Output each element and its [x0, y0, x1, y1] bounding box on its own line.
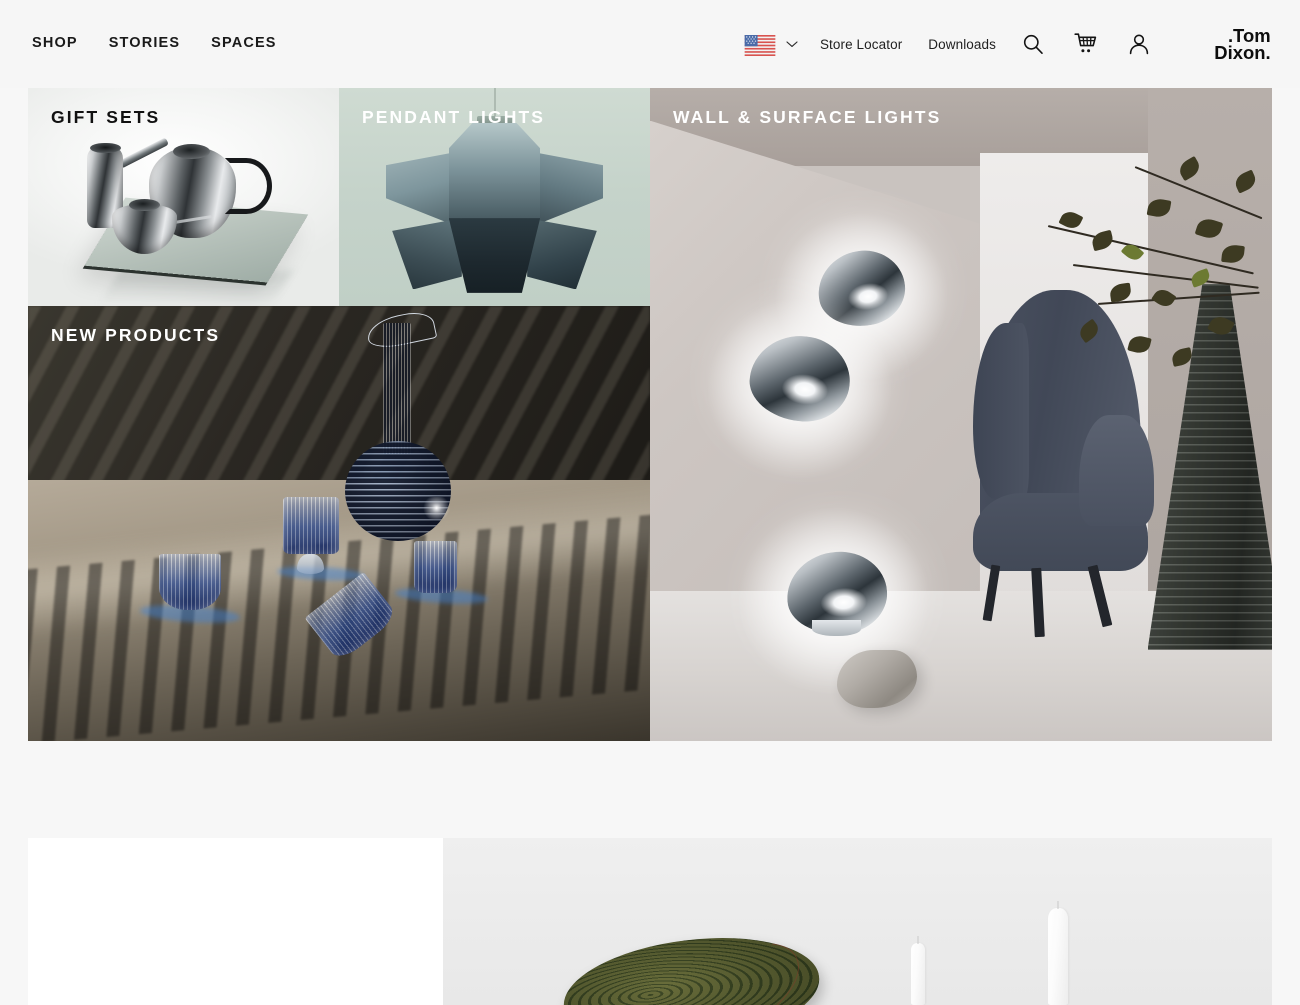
candle-image-large [1048, 908, 1069, 1005]
chevron-down-icon [786, 41, 798, 47]
tile-label-wall-surface-lights: WALL & SURFACE LIGHTS [673, 107, 942, 127]
account-button[interactable] [1128, 33, 1150, 55]
category-tile-grid: GIFT SETS PENDANT LIGHTS WALL & SURFACE … [28, 88, 1272, 741]
tile-label-gift-sets: GIFT SETS [51, 107, 161, 127]
locale-selector[interactable] [744, 34, 798, 56]
store-locator-link[interactable]: Store Locator [820, 37, 902, 52]
promo-panel-right[interactable] [443, 838, 1272, 1005]
wall-surface-lights-image [650, 88, 1272, 741]
promo-panel-left[interactable] [28, 838, 443, 1005]
site-logo[interactable]: .Tom Dixon. [1190, 24, 1272, 62]
tile-new-products[interactable]: NEW PRODUCTS [28, 306, 650, 741]
search-icon [1023, 34, 1043, 55]
tile-pendant-lights[interactable]: PENDANT LIGHTS [339, 88, 650, 306]
promo-section [28, 838, 1272, 1005]
nav-shop[interactable]: SHOP [32, 36, 78, 51]
search-button[interactable] [1022, 33, 1044, 55]
nav-stories[interactable]: STORIES [109, 36, 180, 51]
cart-icon [1074, 33, 1097, 53]
cart-button[interactable] [1074, 33, 1098, 55]
logo-line-2: Dixon. [1214, 42, 1270, 62]
nav-spaces[interactable]: SPACES [211, 36, 276, 51]
marble-tray-image [557, 923, 826, 1005]
tile-label-new-products: NEW PRODUCTS [51, 325, 221, 345]
site-header: SHOP STORIES SPACES Store Locator Downlo… [0, 0, 1300, 88]
us-flag-icon [744, 34, 776, 56]
tile-gift-sets[interactable]: GIFT SETS [28, 88, 339, 306]
new-products-image [28, 306, 650, 741]
tile-label-pendant-lights: PENDANT LIGHTS [362, 107, 546, 127]
candle-image-small [911, 943, 926, 1005]
downloads-link[interactable]: Downloads [928, 37, 996, 52]
account-icon [1129, 34, 1149, 55]
primary-navigation: SHOP STORIES SPACES [32, 36, 277, 51]
tile-wall-surface-lights[interactable]: WALL & SURFACE LIGHTS [650, 88, 1272, 741]
header-utilities: Store Locator Downloads .Tom Dixon. [744, 0, 1272, 88]
